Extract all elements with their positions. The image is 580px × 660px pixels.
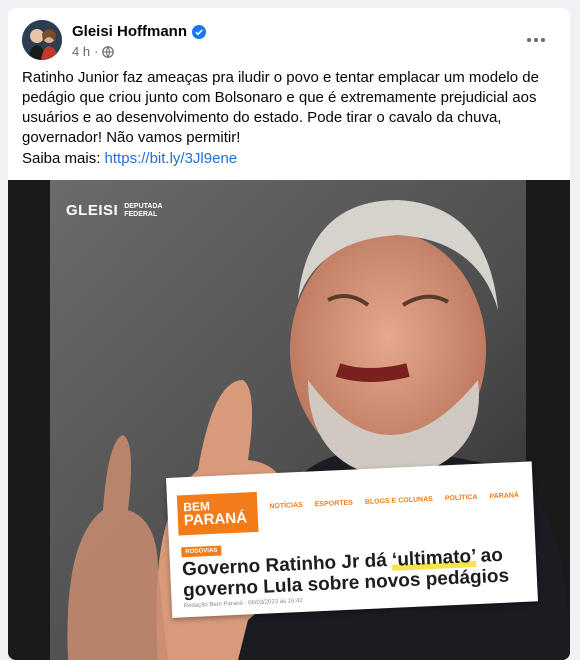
news-screenshot: BEM PARANÁ NOTÍCIAS ESPORTES BLOGS E COL…	[166, 461, 538, 618]
dot	[527, 38, 531, 42]
watermark-subtitle: DEPUTADA FEDERAL	[124, 203, 162, 219]
verified-badge-icon	[192, 24, 207, 39]
globe-icon[interactable]	[102, 45, 115, 58]
news-nav-item: ESPORTES	[314, 499, 354, 509]
meta-separator: ·	[94, 44, 99, 59]
post-link[interactable]: https://bit.ly/3Jl9ene	[105, 150, 238, 167]
news-nav-item: PARANÁ	[489, 492, 520, 501]
read-more-label: Saiba mais:	[22, 150, 101, 167]
author-name[interactable]: Gleisi Hoffmann	[72, 23, 187, 40]
news-logo: BEM PARANÁ	[176, 491, 259, 536]
dot	[534, 38, 538, 42]
watermark-sub1: DEPUTADA	[124, 202, 163, 210]
author-avatar[interactable]	[22, 20, 62, 60]
post-timestamp[interactable]: 4 h	[72, 44, 90, 59]
post-card: Gleisi Hoffmann 4 h · Ratinho Junior faz…	[8, 8, 570, 660]
news-nav-item: BLOGS E COLUNAS	[364, 495, 434, 506]
news-nav-item: NOTÍCIAS	[269, 501, 303, 511]
avatar-photo	[22, 20, 62, 60]
post-header: Gleisi Hoffmann 4 h ·	[22, 20, 556, 64]
read-more-line: Saiba mais: https://bit.ly/3Jl9ene	[22, 150, 237, 167]
dot	[541, 38, 545, 42]
author-name-row: Gleisi Hoffmann	[72, 23, 207, 40]
watermark: GLEISI DEPUTADA FEDERAL	[66, 202, 163, 219]
news-nav-item: POLÍTICA	[444, 493, 478, 503]
watermark-brand: GLEISI	[66, 202, 119, 219]
news-nav: NOTÍCIAS ESPORTES BLOGS E COLUNAS POLÍTI…	[269, 492, 519, 510]
news-headline: Governo Ratinho Jr dá ‘ultimato’ ao gove…	[182, 543, 534, 602]
post-meta: 4 h ·	[72, 44, 115, 59]
more-options-icon[interactable]	[520, 24, 552, 56]
watermark-sub2: FEDERAL	[124, 210, 158, 218]
post-image[interactable]: GLEISI DEPUTADA FEDERAL BEM PARANÁ NOTÍC…	[8, 180, 570, 660]
post-text: Ratinho Junior faz ameaças pra iludir o …	[22, 69, 539, 146]
news-logo-line2: PARANÁ	[183, 509, 248, 530]
news-category-badge: RODOVIAS	[181, 545, 222, 558]
